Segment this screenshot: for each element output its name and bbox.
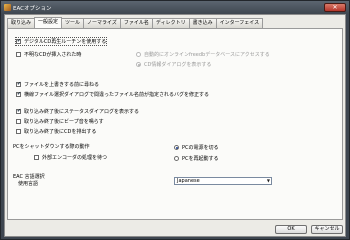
radio-circle — [136, 52, 141, 57]
use-digital-cd-checkbox[interactable]: ✔ デジタルCD再生ルーチンを使用する — [14, 37, 108, 46]
auto-freedb-label: 自動的にオンラインfreedbデータベースにアクセスする — [144, 52, 270, 58]
cancel-button[interactable]: キャンセル — [311, 225, 343, 234]
use-digital-cd-label: デジタルCD再生ルーチンを使用する — [24, 39, 107, 45]
language-label-text: 使用言語 — [18, 181, 39, 187]
restart-pc-radio[interactable]: PCを再起動する — [174, 155, 219, 162]
checkbox-box: ✔ — [16, 108, 22, 114]
options-window: EACオプション ✕ 取り込み 一般設定 ツール ノーマライズ ファイル名 ディ… — [0, 0, 350, 240]
language-select[interactable]: Japanese ▼ — [174, 177, 272, 185]
radio-circle — [174, 145, 179, 150]
tab-tools[interactable]: ツール — [61, 18, 85, 28]
beep-after-rip-checkbox[interactable]: 取り込み終了後にビープ音を鳴らす — [16, 118, 104, 125]
window-title: EACオプション — [13, 6, 52, 12]
dialog-body: 取り込み 一般設定 ツール ノーマライズ ファイル名 ディレクトリ 書き込み イ… — [4, 14, 346, 237]
eject-after-rip-label: 取り込み終了後にCDを排出する — [24, 129, 97, 135]
checkbox-box: ✔ — [16, 81, 22, 87]
checkbox-box — [16, 52, 21, 57]
auto-freedb-radio[interactable]: 自動的にオンラインfreedbデータベースにアクセスする — [136, 51, 270, 58]
language-label: 使用言語 — [18, 180, 38, 187]
checkbox-box — [16, 119, 21, 124]
language-heading: EAC 言語選択 — [13, 173, 45, 180]
eject-after-rip-checkbox[interactable]: 取り込み終了後にCDを排出する — [16, 128, 96, 135]
confirm-overwrite-label: ファイルを上書きする前に尋ねる — [24, 82, 100, 88]
close-button[interactable]: ✕ — [324, 3, 346, 12]
show-cd-info-radio[interactable]: CD情報ダイアログを表示する — [136, 61, 211, 68]
shutdown-heading-text: PCをシャットダウンする際の動作 — [13, 144, 90, 150]
shutdown-heading: PCをシャットダウンする際の動作 — [13, 143, 90, 150]
language-heading-text: EAC 言語選択 — [13, 174, 45, 180]
unknown-cd-checkbox[interactable]: 不明なCDが挿入された時 — [16, 51, 81, 58]
checkbox-box — [34, 155, 39, 160]
fix-filename-bug-checkbox[interactable]: ✔ 横線ファイル選択ダイアログで間違ったファイル名前が指定されるバグを修正する — [16, 91, 209, 98]
chevron-down-icon: ▼ — [266, 178, 270, 183]
tab-normalize[interactable]: ノーマライズ — [83, 18, 121, 28]
show-status-dialog-label: 取り込み終了後にステータスダイアログを表示する — [24, 109, 140, 115]
tab-directory[interactable]: ディレクトリ — [151, 18, 190, 28]
app-icon — [4, 4, 11, 11]
tab-extraction[interactable]: 取り込み — [7, 18, 36, 28]
fix-filename-bug-label: 横線ファイル選択ダイアログで間違ったファイル名前が指定されるバグを修正する — [24, 92, 210, 98]
show-status-dialog-checkbox[interactable]: ✔ 取り込み終了後にステータスダイアログを表示する — [16, 108, 139, 115]
checkbox-box: ✔ — [16, 91, 22, 97]
wait-encoder-checkbox[interactable]: 外部エンコーダの処理を待つ — [34, 154, 107, 161]
tab-filename[interactable]: ファイル名 — [119, 18, 153, 28]
checkbox-box: ✔ — [16, 38, 22, 44]
title-bar[interactable]: EACオプション ✕ — [1, 1, 349, 14]
restart-pc-label: PCを再起動する — [182, 156, 219, 162]
power-off-label: PCの電源を切る — [182, 145, 219, 151]
wait-encoder-label: 外部エンコーダの処理を待つ — [42, 155, 108, 161]
general-settings-page: ✔ デジタルCD再生ルーチンを使用する 不明なCDが挿入された時 自動的にオンラ… — [7, 28, 343, 220]
tab-interface[interactable]: インターフェイス — [215, 18, 264, 28]
ok-button[interactable]: OK — [275, 225, 307, 234]
confirm-overwrite-checkbox[interactable]: ✔ ファイルを上書きする前に尋ねる — [16, 81, 99, 88]
beep-after-rip-label: 取り込み終了後にビープ音を鳴らす — [24, 119, 104, 125]
language-select-value: Japanese — [177, 178, 200, 184]
tab-strip: 取り込み 一般設定 ツール ノーマライズ ファイル名 ディレクトリ 書き込み イ… — [7, 17, 264, 28]
tab-write[interactable]: 書き込み — [188, 18, 217, 28]
tab-general[interactable]: 一般設定 — [34, 17, 63, 28]
power-off-radio[interactable]: PCの電源を切る — [174, 144, 219, 151]
unknown-cd-label: 不明なCDが挿入された時 — [24, 52, 82, 58]
radio-circle — [136, 62, 141, 67]
show-cd-info-label: CD情報ダイアログを表示する — [144, 62, 212, 68]
radio-circle — [174, 156, 179, 161]
checkbox-box — [16, 129, 21, 134]
